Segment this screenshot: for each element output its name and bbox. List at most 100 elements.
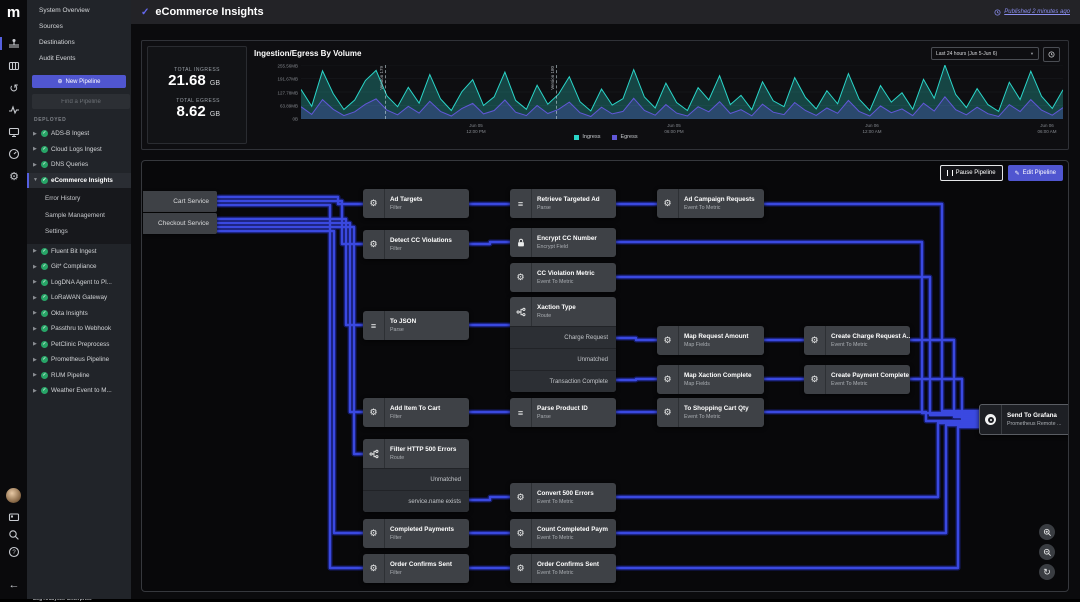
monitor-icon[interactable] <box>7 125 21 139</box>
chevron-right-icon[interactable]: ▶ <box>33 162 38 168</box>
volume-chart-plot[interactable] <box>301 65 1063 119</box>
node-cc-violation-metric[interactable]: ⚙CC Violation MetricEvent To Metric <box>510 263 616 292</box>
node-create-charge-request[interactable]: ⚙Create Charge Request A...Event To Metr… <box>804 326 910 355</box>
sidebar-pipeline-item-active[interactable]: ▼ ✓ eCommerce Insights <box>27 173 131 189</box>
panels-icon[interactable] <box>7 59 21 73</box>
chevron-right-icon[interactable]: ▶ <box>33 279 38 285</box>
sidebar-nav-item[interactable]: Audit Events <box>27 51 131 67</box>
source-cart-service[interactable]: Cart Service <box>143 191 217 212</box>
published-link[interactable]: Published 2 minutes ago <box>994 9 1070 16</box>
chevron-right-icon[interactable]: ▶ <box>33 341 38 347</box>
node-xaction-type[interactable]: Xaction TypeRoute Charge Request Unmatch… <box>510 297 616 392</box>
sidebar-nav-item[interactable]: Destinations <box>27 35 131 51</box>
y-tick: 0B <box>292 117 298 122</box>
source-checkout-service[interactable]: Checkout Service <box>143 213 217 234</box>
pipeline-submenu-item[interactable]: Sample Management <box>27 208 131 225</box>
sidebar-pipeline-item[interactable]: ▶ ✓ Cloud Logs Ingest <box>27 142 131 158</box>
gauge-icon[interactable] <box>7 147 21 161</box>
chevron-down-icon[interactable]: ▼ <box>33 177 38 183</box>
gears-icon: ⚙ <box>510 263 532 292</box>
chevron-right-icon[interactable]: ▶ <box>33 372 38 378</box>
collapse-icon[interactable]: ← <box>7 578 21 592</box>
sidebar-pipeline-item[interactable]: ▶ ✓ LoRaWAN Gateway <box>27 290 131 306</box>
sidebar-pipeline-item[interactable]: ▶ ✓ Prometheus Pipeline <box>27 352 131 368</box>
route-row-unmatched[interactable]: Unmatched <box>363 468 469 490</box>
pipeline-canvas[interactable]: Pause Pipeline ✎Edit Pipeline Cart Servi… <box>141 160 1069 592</box>
pause-pipeline-button[interactable]: Pause Pipeline <box>940 165 1003 181</box>
pipeline-icon[interactable] <box>7 37 21 51</box>
changelog-icon[interactable] <box>7 510 21 524</box>
time-range-select[interactable]: Last 24 hours (Jun 5-Jun 6) ▼ <box>931 47 1039 60</box>
chevron-right-icon[interactable]: ▶ <box>33 131 38 137</box>
sidebar-pipeline-item[interactable]: ▶ ✓ Git* Compliance <box>27 259 131 275</box>
search-icon[interactable] <box>7 528 21 542</box>
route-row-service-name[interactable]: service.name exists <box>363 490 469 512</box>
chevron-right-icon[interactable]: ▶ <box>33 388 38 394</box>
time-range-clock-button[interactable] <box>1043 47 1060 62</box>
node-ad-campaign-requests[interactable]: ⚙Ad Campaign RequestsEvent To Metric <box>657 189 764 218</box>
node-to-shopping-cart-qty[interactable]: ⚙To Shopping Cart QtyEvent To Metric <box>657 398 764 427</box>
sidebar-nav-item[interactable]: Sources <box>27 19 131 35</box>
node-to-json[interactable]: ≡To JSONParse <box>363 311 469 340</box>
sidebar-pipeline-item[interactable]: ▶ ✓ LogDNA Agent to Pl... <box>27 275 131 291</box>
node-encrypt-cc-number[interactable]: Encrypt CC NumberEncrypt Field <box>510 228 616 257</box>
sidebar-nav: System OverviewSourcesDestinationsAudit … <box>27 0 131 67</box>
new-pipeline-button[interactable]: ⊕ New Pipeline <box>32 75 126 88</box>
chevron-right-icon[interactable]: ▶ <box>33 326 38 332</box>
deployed-label: Deployed <box>27 109 131 126</box>
pipeline-submenu-item[interactable]: Settings <box>27 224 131 241</box>
edit-pipeline-button[interactable]: ✎Edit Pipeline <box>1008 165 1063 181</box>
chevron-right-icon[interactable]: ▶ <box>33 248 38 254</box>
zoom-reset-button[interactable]: ↻ <box>1039 564 1055 580</box>
node-retrieve-targeted-ad[interactable]: ≡Retrieve Targeted AdParse <box>510 189 616 218</box>
legend-egress[interactable]: Egress <box>612 134 637 140</box>
help-icon[interactable]: ? <box>7 545 21 559</box>
node-order-confirms-metric[interactable]: ⚙Order Confirms SentEvent To Metric <box>510 554 616 583</box>
node-create-payment-complete[interactable]: ⚙Create Payment CompleteEvent To Metric <box>804 365 910 394</box>
mezmo-logo[interactable]: m <box>5 4 22 21</box>
totals-box: TOTAL INGRESS 21.68 GB TOTAL EGRESS 8.62… <box>147 46 247 144</box>
find-pipeline-input[interactable] <box>32 94 130 109</box>
node-order-confirms-filter[interactable]: ⚙Order Confirms SentFilter <box>363 554 469 583</box>
node-map-xaction-complete[interactable]: ⚙Map Xaction CompleteMap Fields <box>657 365 764 394</box>
node-detect-cc-violations[interactable]: ⚙Detect CC ViolationsFilter <box>363 230 469 259</box>
status-check-icon: ✓ <box>41 372 48 379</box>
y-tick: 255.56MB <box>277 64 298 69</box>
chevron-right-icon[interactable]: ▶ <box>33 264 38 270</box>
zoom-out-button[interactable] <box>1039 544 1055 560</box>
route-row-transaction-complete[interactable]: Transaction Complete <box>510 370 616 392</box>
status-check-icon: ✓ <box>41 387 48 394</box>
activity-icon[interactable] <box>7 103 21 117</box>
sidebar-pipeline-item[interactable]: ▶ ✓ PetClinic Preprocess <box>27 337 131 353</box>
avatar[interactable] <box>6 488 21 503</box>
node-convert-500-errors[interactable]: ⚙Convert 500 ErrorsEvent To Metric <box>510 483 616 512</box>
route-row-charge-request[interactable]: Charge Request <box>510 326 616 348</box>
legend-ingress[interactable]: Ingress <box>574 134 600 140</box>
pipeline-submenu-item[interactable]: Error History <box>27 191 131 208</box>
sidebar-pipeline-item[interactable]: ▶ ✓ Okta Insights <box>27 306 131 322</box>
node-add-item-to-cart[interactable]: ⚙Add Item To CartFilter <box>363 398 469 427</box>
sidebar-pipeline-item[interactable]: ▶ ✓ DNS Queries <box>27 157 131 173</box>
node-parse-product-id[interactable]: ≡Parse Product IDParse <box>510 398 616 427</box>
chevron-right-icon[interactable]: ▶ <box>33 357 38 363</box>
chevron-right-icon[interactable]: ▶ <box>33 295 38 301</box>
route-row-unmatched[interactable]: Unmatched <box>510 348 616 370</box>
sidebar-pipeline-item[interactable]: ▶ ✓ RUM Pipeline <box>27 368 131 384</box>
node-count-completed-paym[interactable]: ⚙Count Completed PaymEvent To Metric <box>510 519 616 548</box>
sidebar-pipeline-item[interactable]: ▶ ✓ Passthru to Webhook <box>27 321 131 337</box>
zoom-in-button[interactable] <box>1039 524 1055 540</box>
sidebar-pipeline-item[interactable]: ▶ ✓ ADS-B Ingest <box>27 126 131 142</box>
sidebar-pipeline-item[interactable]: ▶ ✓ Weather Event to M... <box>27 383 131 399</box>
sidebar-pipeline-item[interactable]: ▶ ✓ Fluent Bit Ingest <box>27 244 131 260</box>
status-check-icon: ✓ <box>41 263 48 270</box>
node-completed-payments[interactable]: ⚙Completed PaymentsFilter <box>363 519 469 548</box>
settings-icon[interactable]: ⚙ <box>7 169 21 183</box>
node-send-to-grafana[interactable]: Send To GrafanaPrometheus Remote ... <box>979 404 1069 435</box>
chevron-right-icon[interactable]: ▶ <box>33 146 38 152</box>
chevron-right-icon[interactable]: ▶ <box>33 310 38 316</box>
sidebar-nav-item[interactable]: System Overview <box>27 3 131 19</box>
node-map-request-amount[interactable]: ⚙Map Request AmountMap Fields <box>657 326 764 355</box>
history-icon[interactable]: ↺ <box>7 81 21 95</box>
node-filter-http-500[interactable]: Filter HTTP 500 ErrorsRoute Unmatched se… <box>363 439 469 512</box>
node-ad-targets[interactable]: ⚙Ad TargetsFilter <box>363 189 469 218</box>
